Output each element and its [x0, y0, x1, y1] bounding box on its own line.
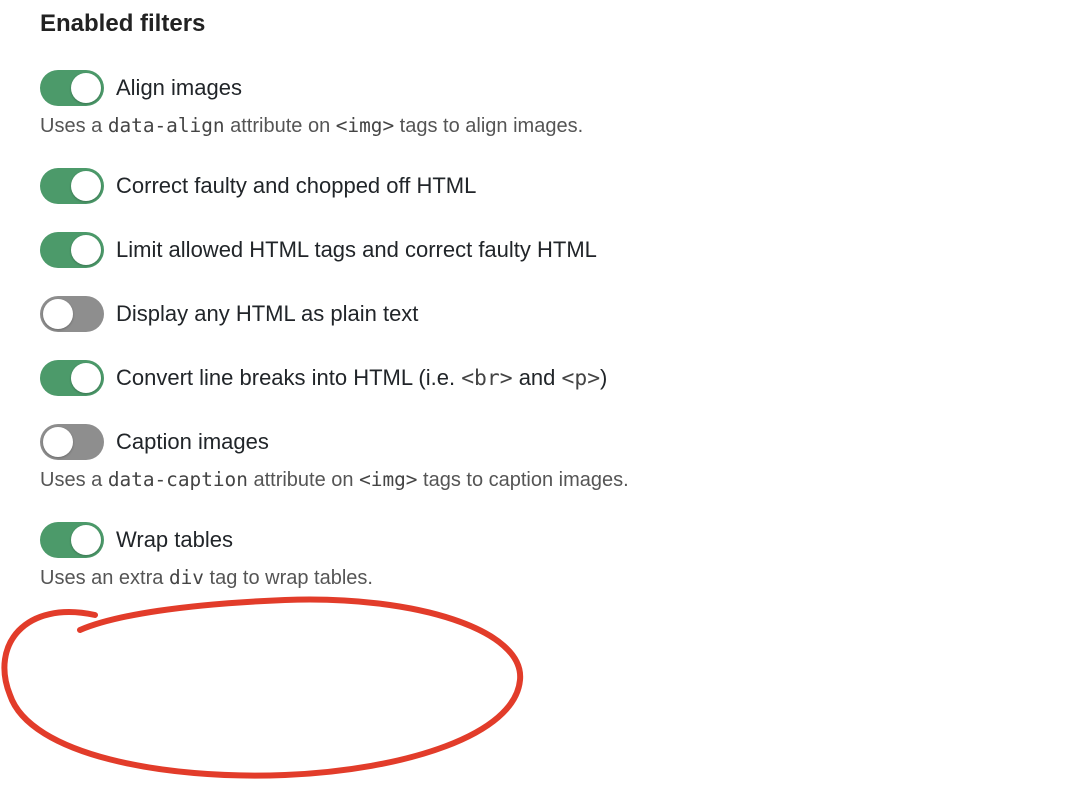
filter-align-images: Align images Uses a data-align attribute … [40, 70, 1026, 140]
toggle-correct-faulty-html[interactable] [40, 168, 104, 204]
toggle-display-any-html-plain-text[interactable] [40, 296, 104, 332]
toggle-knob [71, 363, 101, 393]
toggle-align-images[interactable] [40, 70, 104, 106]
filter-wrap-tables: Wrap tables Uses an extra div tag to wrap… [40, 522, 1026, 592]
toggle-knob [43, 427, 73, 457]
toggle-knob [71, 73, 101, 103]
filter-caption-images: Caption images Uses a data-caption attrib… [40, 424, 1026, 494]
filter-correct-faulty-html: Correct faulty and chopped off HTML [40, 168, 1026, 204]
filter-description-caption-images: Uses a data-caption attribute on <img> t… [40, 466, 1026, 494]
toggle-wrap-tables[interactable] [40, 522, 104, 558]
filter-description-wrap-tables: Uses an extra div tag to wrap tables. [40, 564, 1026, 592]
filter-label-wrap-tables: Wrap tables [116, 527, 233, 553]
filter-label-limit-allowed-html-tags: Limit allowed HTML tags and correct faul… [116, 237, 597, 263]
toggle-knob [71, 171, 101, 201]
filter-label-caption-images: Caption images [116, 429, 269, 455]
filter-convert-line-breaks: Convert line breaks into HTML (i.e. <br>… [40, 360, 1026, 396]
toggle-knob [71, 525, 101, 555]
filter-label-align-images: Align images [116, 75, 242, 101]
filter-label-correct-faulty-html: Correct faulty and chopped off HTML [116, 173, 476, 199]
filter-label-convert-line-breaks: Convert line breaks into HTML (i.e. <br>… [116, 365, 607, 391]
filter-display-any-html-plain-text: Display any HTML as plain text [40, 296, 1026, 332]
toggle-limit-allowed-html-tags[interactable] [40, 232, 104, 268]
filter-limit-allowed-html-tags: Limit allowed HTML tags and correct faul… [40, 232, 1026, 268]
enabled-filters-heading: Enabled filters [40, 10, 1026, 38]
toggle-knob [71, 235, 101, 265]
filter-label-display-any-html-plain-text: Display any HTML as plain text [116, 301, 418, 327]
toggle-caption-images[interactable] [40, 424, 104, 460]
annotation-circle [0, 585, 565, 795]
filter-description-align-images: Uses a data-align attribute on <img> tag… [40, 112, 1026, 140]
toggle-convert-line-breaks[interactable] [40, 360, 104, 396]
toggle-knob [43, 299, 73, 329]
